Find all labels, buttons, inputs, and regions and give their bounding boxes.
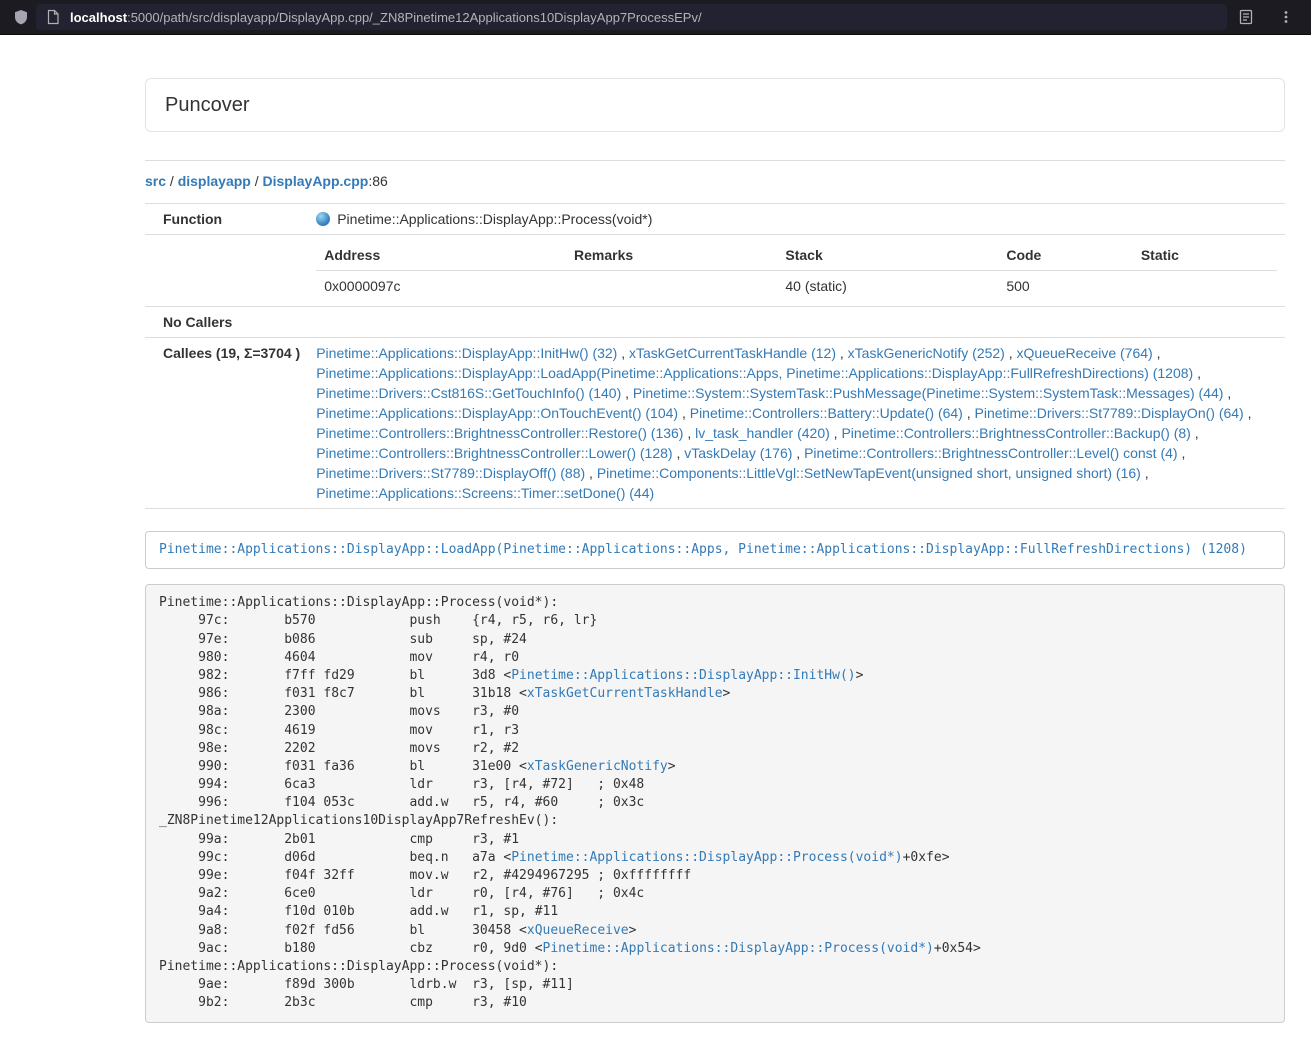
breadcrumb-separator: /	[166, 173, 178, 189]
stats-column-header: Remarks	[566, 240, 777, 271]
callee-link[interactable]: vTaskDelay (176)	[684, 445, 792, 461]
stats-column-header: Stack	[777, 240, 998, 271]
breadcrumb-line-number: :86	[368, 173, 387, 189]
browser-toolbar: localhost:5000/path/src/displayapp/Displ…	[0, 0, 1311, 35]
callee-separator: ,	[673, 445, 685, 461]
callee-link[interactable]: xTaskGenericNotify (252)	[848, 345, 1005, 361]
function-table: Function Pinetime::Applications::Display…	[145, 203, 1285, 509]
no-callers-row: No Callers	[145, 307, 1285, 338]
url-path: :5000/path/src/displayapp/DisplayApp.cpp…	[127, 10, 702, 25]
callee-separator: ,	[1005, 345, 1017, 361]
callee-link[interactable]: Pinetime::Controllers::BrightnessControl…	[804, 445, 1177, 461]
stats-column-header: Address	[316, 240, 566, 271]
callee-link[interactable]: Pinetime::System::SystemTask::PushMessag…	[633, 385, 1224, 401]
callee-separator: ,	[836, 345, 848, 361]
callee-separator: ,	[683, 425, 695, 441]
callee-link[interactable]: Pinetime::Controllers::BrightnessControl…	[316, 445, 672, 461]
tracking-shield-icon[interactable]	[12, 8, 30, 26]
stats-column-header: Static	[1133, 240, 1277, 271]
callees-list: Pinetime::Applications::DisplayApp::Init…	[308, 338, 1285, 509]
kebab-menu-icon[interactable]	[1277, 8, 1295, 26]
callee-separator: ,	[792, 445, 804, 461]
divider	[145, 160, 1285, 161]
breadcrumb-separator: /	[251, 173, 263, 189]
breadcrumb-link[interactable]: displayapp	[178, 173, 251, 189]
symbol-link[interactable]: Pinetime::Applications::DisplayApp::Init…	[511, 668, 855, 683]
url-text: localhost:5000/path/src/displayapp/Displ…	[70, 10, 1219, 25]
stats-value: 40 (static)	[777, 271, 998, 302]
breadcrumb: src / displayapp / DisplayApp.cpp:86	[145, 171, 1285, 191]
toolbar-right-actions	[1237, 8, 1299, 26]
stats-row: AddressRemarksStackCodeStatic 0x0000097c…	[145, 235, 1285, 307]
callee-separator: ,	[1244, 405, 1252, 421]
callee-link[interactable]: lv_task_handler (420)	[695, 425, 830, 441]
reader-view-icon[interactable]	[1237, 8, 1255, 26]
stats-value-row: 0x0000097c 40 (static)500	[316, 271, 1277, 302]
symbol-link[interactable]: xTaskGenericNotify	[527, 759, 668, 774]
disassembly-code: Pinetime::Applications::DisplayApp::Proc…	[145, 584, 1285, 1022]
selected-symbol-link[interactable]: Pinetime::Applications::DisplayApp::Load…	[159, 542, 1247, 557]
symbol-link[interactable]: xQueueReceive	[527, 923, 629, 938]
stats-row-label	[145, 235, 308, 307]
stats-value: 0x0000097c	[316, 271, 566, 302]
page-title: Puncover	[145, 78, 1285, 132]
stats-value	[1133, 271, 1277, 302]
callee-separator: ,	[1193, 365, 1201, 381]
callee-separator: ,	[1191, 425, 1199, 441]
stats-value: 500	[998, 271, 1133, 302]
callee-link[interactable]: Pinetime::Applications::DisplayApp::OnTo…	[316, 405, 678, 421]
callee-separator: ,	[963, 405, 975, 421]
callee-separator: ,	[617, 345, 629, 361]
symbol-link[interactable]: Pinetime::Applications::DisplayApp::Proc…	[511, 850, 902, 865]
symbol-type-icon	[316, 212, 330, 226]
function-row: Function Pinetime::Applications::Display…	[145, 204, 1285, 235]
callee-link[interactable]: Pinetime::Applications::DisplayApp::Load…	[316, 365, 1193, 381]
url-host: localhost	[70, 10, 127, 25]
stats-column-header: Code	[998, 240, 1133, 271]
callee-link[interactable]: Pinetime::Drivers::St7789::DisplayOff() …	[316, 465, 585, 481]
no-callers-label: No Callers	[145, 307, 308, 338]
callee-link[interactable]: Pinetime::Components::LittleVgl::SetNewT…	[597, 465, 1141, 481]
selected-symbol-box: Pinetime::Applications::DisplayApp::Load…	[145, 531, 1285, 569]
callee-separator: ,	[830, 425, 842, 441]
callee-separator: ,	[1153, 345, 1161, 361]
main-content: Puncover src / displayapp / DisplayApp.c…	[145, 78, 1285, 1023]
callee-separator: ,	[1223, 385, 1231, 401]
callee-link[interactable]: Pinetime::Applications::Screens::Timer::…	[316, 485, 654, 501]
callee-link[interactable]: Pinetime::Controllers::Battery::Update()…	[690, 405, 963, 421]
callee-link[interactable]: Pinetime::Applications::DisplayApp::Init…	[316, 345, 617, 361]
stats-header-row: AddressRemarksStackCodeStatic	[316, 240, 1277, 271]
callees-row: Callees (19, Σ=3704 ) Pinetime::Applicat…	[145, 338, 1285, 509]
breadcrumb-link[interactable]: DisplayApp.cpp	[263, 173, 369, 189]
callee-link[interactable]: Pinetime::Controllers::BrightnessControl…	[316, 425, 683, 441]
function-name: Pinetime::Applications::DisplayApp::Proc…	[337, 211, 652, 227]
callee-separator: ,	[1178, 445, 1186, 461]
callee-separator: ,	[585, 465, 597, 481]
callee-link[interactable]: Pinetime::Drivers::Cst816S::GetTouchInfo…	[316, 385, 621, 401]
symbol-link[interactable]: Pinetime::Applications::DisplayApp::Proc…	[543, 941, 934, 956]
symbol-link[interactable]: xTaskGetCurrentTaskHandle	[527, 686, 723, 701]
page-icon	[44, 8, 62, 26]
callee-separator: ,	[678, 405, 690, 421]
callee-link[interactable]: xTaskGetCurrentTaskHandle (12)	[629, 345, 836, 361]
callee-separator: ,	[621, 385, 633, 401]
callees-label: Callees (19, Σ=3704 )	[145, 338, 308, 509]
function-label: Function	[145, 204, 308, 235]
callee-link[interactable]: Pinetime::Drivers::St7789::DisplayOn() (…	[975, 405, 1244, 421]
url-bar[interactable]: localhost:5000/path/src/displayapp/Displ…	[36, 4, 1227, 30]
stats-value	[566, 271, 777, 302]
callee-separator: ,	[1141, 465, 1149, 481]
callee-link[interactable]: Pinetime::Controllers::BrightnessControl…	[841, 425, 1190, 441]
breadcrumb-link[interactable]: src	[145, 173, 166, 189]
callee-link[interactable]: xQueueReceive (764)	[1017, 345, 1153, 361]
stats-table: AddressRemarksStackCodeStatic 0x0000097c…	[316, 240, 1277, 301]
